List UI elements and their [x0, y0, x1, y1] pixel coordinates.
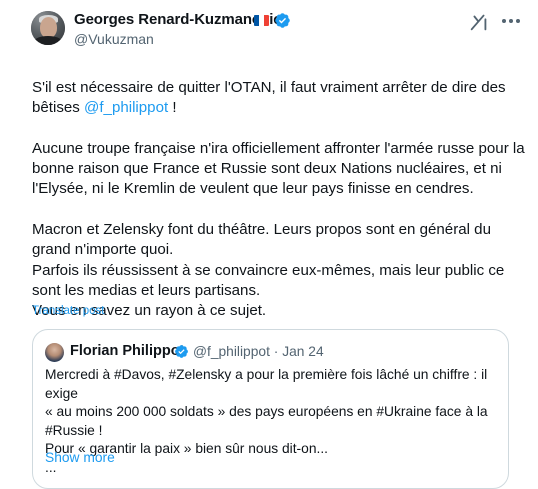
author-name[interactable]: Georges Renard-Kuzmanovic — [74, 11, 282, 28]
author-avatar[interactable] — [31, 11, 65, 45]
avatar-body — [33, 36, 63, 45]
dot — [509, 19, 513, 23]
verified-icon[interactable] — [274, 12, 291, 29]
quoted-tweet[interactable]: Florian Philippot @f_philippot · Jan 24 … — [32, 329, 509, 489]
quote-line: #Russie ! — [45, 422, 103, 438]
quote-meta: @f_philippot · Jan 24 — [193, 344, 324, 359]
verified-icon — [175, 345, 188, 358]
dot — [502, 19, 506, 23]
tweet-paragraph: Parfois ils réussissent à se convaincre … — [32, 261, 505, 299]
quote-date[interactable]: Jan 24 — [282, 344, 323, 359]
tweet-paragraph: Aucune troupe française n'ira officielle… — [32, 139, 525, 198]
tweet-text: S'il est nécessaire de quitter l'OTAN, i… — [32, 78, 527, 322]
author-handle[interactable]: @Vukuzman — [74, 31, 154, 47]
avatar-face — [40, 17, 57, 38]
quote-line: « au moins 200 000 soldats » des pays eu… — [45, 404, 488, 419]
quote-author-name[interactable]: Florian Philippot — [70, 343, 184, 359]
more-options-icon[interactable] — [502, 19, 522, 25]
quote-line: Mercredi à #Davos, #Zelensky a pour la p… — [45, 367, 488, 401]
grok-icon[interactable] — [468, 11, 490, 33]
flag-red — [264, 15, 269, 26]
tweet-paragraph: Macron et Zelensky font du théâtre. Leur… — [32, 221, 491, 259]
tweet-paragraph: Vous en savez un rayon à ce sujet. — [32, 302, 267, 320]
quote-author-handle[interactable]: @f_philippot — [193, 344, 270, 359]
france-flag-icon — [254, 15, 269, 26]
show-more-link[interactable]: Show more — [45, 450, 115, 465]
tweet-paragraph: S'il est nécessaire de quitter l'OTAN, i… — [32, 78, 527, 119]
mention-link[interactable]: @f_philippot — [84, 99, 168, 116]
meta-separator: · — [273, 344, 279, 359]
tweet-text-segment: ! — [168, 99, 177, 117]
translate-post-link[interactable]: Translate post — [32, 305, 104, 317]
dot — [516, 19, 520, 23]
quote-author-avatar[interactable] — [45, 343, 64, 362]
